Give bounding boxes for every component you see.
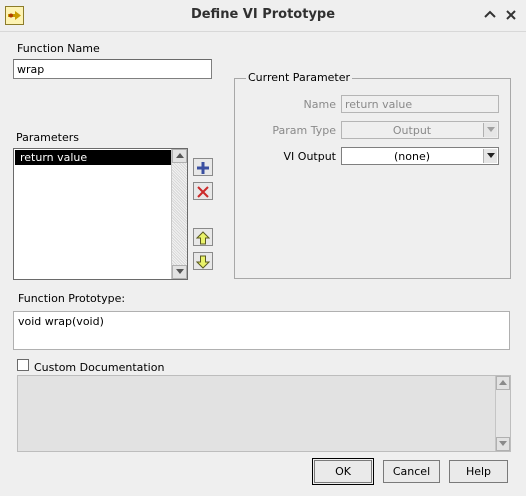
scroll-up-arrow[interactable] (172, 149, 187, 163)
chevron-down-icon (483, 149, 497, 163)
chevron-down-icon (483, 123, 497, 137)
scroll-track[interactable] (172, 163, 187, 265)
arrow-down-icon (196, 255, 210, 269)
function-name-input[interactable]: wrap (13, 59, 212, 79)
vi-output-select[interactable]: (none) (341, 147, 499, 165)
x-icon (197, 186, 209, 198)
move-up-button[interactable] (193, 228, 213, 246)
scroll-up-arrow[interactable] (496, 376, 510, 390)
cancel-button[interactable]: Cancel (383, 460, 440, 483)
function-prototype-text: void wrap(void) (13, 311, 510, 350)
name-label: Name (303, 98, 336, 111)
parameters-label: Parameters (16, 131, 79, 144)
vi-output-value: (none) (393, 150, 431, 163)
vi-output-label: VI Output (283, 150, 336, 163)
list-item[interactable]: return value (15, 150, 172, 165)
parameters-list[interactable]: return value (13, 148, 188, 280)
custom-documentation-checkbox[interactable] (17, 359, 29, 371)
custom-documentation-label: Custom Documentation (34, 361, 165, 374)
arrow-up-icon (196, 231, 210, 245)
name-input[interactable]: return value (341, 95, 499, 113)
documentation-scrollbar[interactable] (495, 376, 510, 451)
current-parameter-title: Current Parameter (246, 71, 353, 84)
help-button[interactable]: Help (449, 460, 508, 483)
param-type-label: Param Type (272, 124, 336, 137)
add-parameter-button[interactable] (193, 158, 213, 176)
window-title: Define VI Prototype (190, 7, 336, 22)
parameters-scrollbar[interactable] (171, 149, 187, 279)
custom-documentation-text (17, 375, 511, 452)
param-type-select[interactable]: Output (341, 121, 499, 139)
param-type-value: Output (392, 124, 432, 137)
close-button[interactable] (502, 6, 520, 24)
maximize-button[interactable] (481, 6, 499, 24)
scroll-down-arrow[interactable] (496, 437, 510, 451)
remove-parameter-button[interactable] (193, 182, 213, 200)
function-name-label: Function Name (17, 42, 100, 55)
plus-icon (197, 162, 209, 174)
ok-button[interactable]: OK (312, 458, 374, 485)
scroll-down-arrow[interactable] (172, 265, 187, 279)
function-prototype-label: Function Prototype: (18, 292, 126, 305)
move-down-button[interactable] (193, 252, 213, 270)
title-bar: Define VI Prototype (0, 0, 526, 32)
